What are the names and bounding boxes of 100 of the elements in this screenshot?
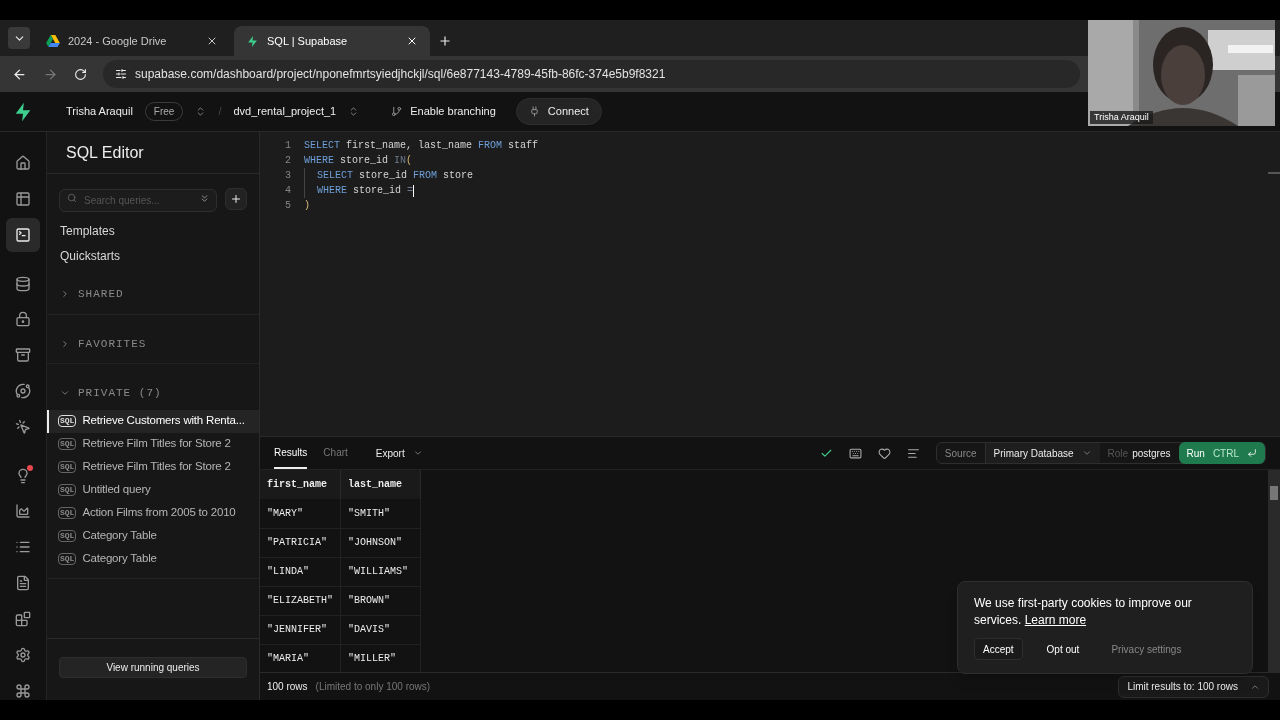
favorite-icon[interactable] [877,446,891,460]
source-dropdown[interactable]: Primary Database [984,443,1100,463]
project-name[interactable]: dvd_rental_project_1 [233,103,337,120]
table-cell: "PATRICIA" [260,528,341,557]
code-line: ) [304,199,310,213]
code-line: WHERE store_id IN( [304,154,413,168]
sidebar-link[interactable]: Quickstarts [60,247,246,265]
table-cell: "ELIZABETH" [260,586,341,615]
site-info-icon[interactable] [115,68,127,80]
drive-icon [46,35,60,47]
query-item[interactable]: SQL Category Table [47,524,259,548]
plug-icon [528,106,540,117]
file-type-badge: SQL [58,415,77,427]
keyboard-icon[interactable] [848,446,862,460]
branch-icon [391,106,403,117]
chevron-down-icon [1081,448,1092,458]
chevron-right-icon [60,338,70,349]
query-item[interactable]: SQL Untitled query [47,478,259,502]
breadcrumb-separator: / [218,104,222,120]
close-icon[interactable] [206,35,218,47]
limit-results-button[interactable]: Limit results to: 100 rows [1118,675,1269,698]
lightbulb-icon [15,468,31,484]
code-line: WHERE store_id = [304,183,415,198]
tab-list-button[interactable] [8,27,30,49]
column-header[interactable]: first_name [260,470,341,499]
query-item[interactable]: SQL Retrieve Film Titles for Store 2 [47,432,259,456]
home-icon [15,155,31,171]
nav-item[interactable] [6,218,40,252]
line-number: 3 [284,169,291,183]
table-cell: "MILLER" [340,644,421,672]
code-line: SELECT store_id FROM store [304,168,474,183]
tab-title: 2024 - Google Drive [68,33,168,49]
table-cell: "MARIA" [260,644,341,672]
section-header[interactable]: PRIVATE (7) [47,364,259,406]
enter-key-icon [1247,448,1257,458]
view-running-queries-button[interactable]: View running queries [59,657,247,678]
query-item[interactable]: SQL Retrieve Film Titles for Store 2 [47,455,259,479]
scrollbar[interactable] [1268,470,1280,672]
enable-branching-button[interactable]: Enable branching [391,103,496,120]
org-name[interactable]: Trisha Araquil [66,103,133,120]
export-button[interactable]: Export [375,445,423,461]
address-bar[interactable]: supabase.com/dashboard/project/nponefmrtsyiedjhckjl/sql/6e877143-4789-45fb-86fc-374e5b9f8321 [103,60,1080,88]
terminal-icon [15,227,31,243]
table-icon [15,191,31,207]
source-label: Source [943,446,978,461]
cookie-button[interactable]: Privacy settings [1103,638,1190,660]
run-button[interactable]: Run CTRL [1178,442,1265,464]
command-key-icon [15,683,31,699]
orbit-icon [15,383,31,399]
section-header[interactable]: FAVORITES [47,314,259,356]
archive-box-icon [15,347,31,363]
bolt-logo-icon [246,34,259,48]
query-item[interactable]: SQL Action Films from 2005 to 2010 [47,501,259,525]
line-number: 4 [284,184,291,198]
close-icon[interactable] [406,35,418,47]
line-number: 2 [284,154,291,168]
table-cell: "MARY" [260,499,341,528]
tab-title: SQL | Supabase [267,33,349,49]
document-icon [15,575,31,591]
file-type-badge: SQL [58,507,77,519]
cookie-button[interactable]: Opt out [1038,638,1088,660]
expand-all-icon[interactable] [199,193,210,204]
table-cell: "SMITH" [340,499,421,528]
chevron-right-icon [60,289,70,300]
section-header[interactable]: SHARED [47,265,259,307]
line-number: 1 [284,139,291,153]
list-icon [15,539,31,555]
format-icon[interactable] [906,446,920,460]
query-item[interactable]: SQL Category Table [47,547,259,571]
cursor-click-icon [15,419,31,435]
area-chart-icon [15,503,31,519]
browser-tab[interactable]: 2024 - Google Drive [34,26,230,56]
table-cell: "BROWN" [340,586,421,615]
padlock-icon [15,311,31,327]
search-icon [67,193,77,203]
file-type-badge: SQL [58,461,77,473]
row-count: 100 rows [267,680,308,694]
column-header[interactable]: last_name [340,470,421,499]
back-icon[interactable] [12,66,27,82]
sidebar-link[interactable]: Templates [60,222,246,240]
plus-icon [230,192,242,205]
reload-icon[interactable] [74,67,87,81]
table-cell: "JOHNSON" [340,528,421,557]
browser-tab[interactable]: SQL | Supabase [234,26,430,56]
url-text: supabase.com/dashboard/project/nponefmrtsyiedjhckjl/sql/6e877143-4789-45fb-86fc-374e5b9f8321 [135,66,666,83]
cookie-button[interactable]: Accept [974,638,1023,660]
table-cell: "DAVIS" [340,615,421,644]
results-tab[interactable]: Chart [323,437,348,469]
cookie-message: We use first-party cookies to improve our services. Learn more [974,595,1193,629]
forward-icon[interactable] [43,66,58,82]
row-limit-note: (Limited to only 100 rows) [315,680,431,694]
blocks-icon [15,611,31,627]
add-query-button[interactable] [225,187,247,210]
file-type-badge: SQL [58,530,77,542]
connect-button[interactable]: Connect [515,98,602,125]
query-item[interactable]: SQL Retrieve Customers with Renta... [47,409,259,433]
file-type-badge: SQL [58,484,77,496]
learn-more-link[interactable]: Learn more [1024,613,1087,627]
new-tab-icon[interactable] [438,34,452,48]
role-dropdown[interactable]: Role postgres [1099,443,1179,463]
